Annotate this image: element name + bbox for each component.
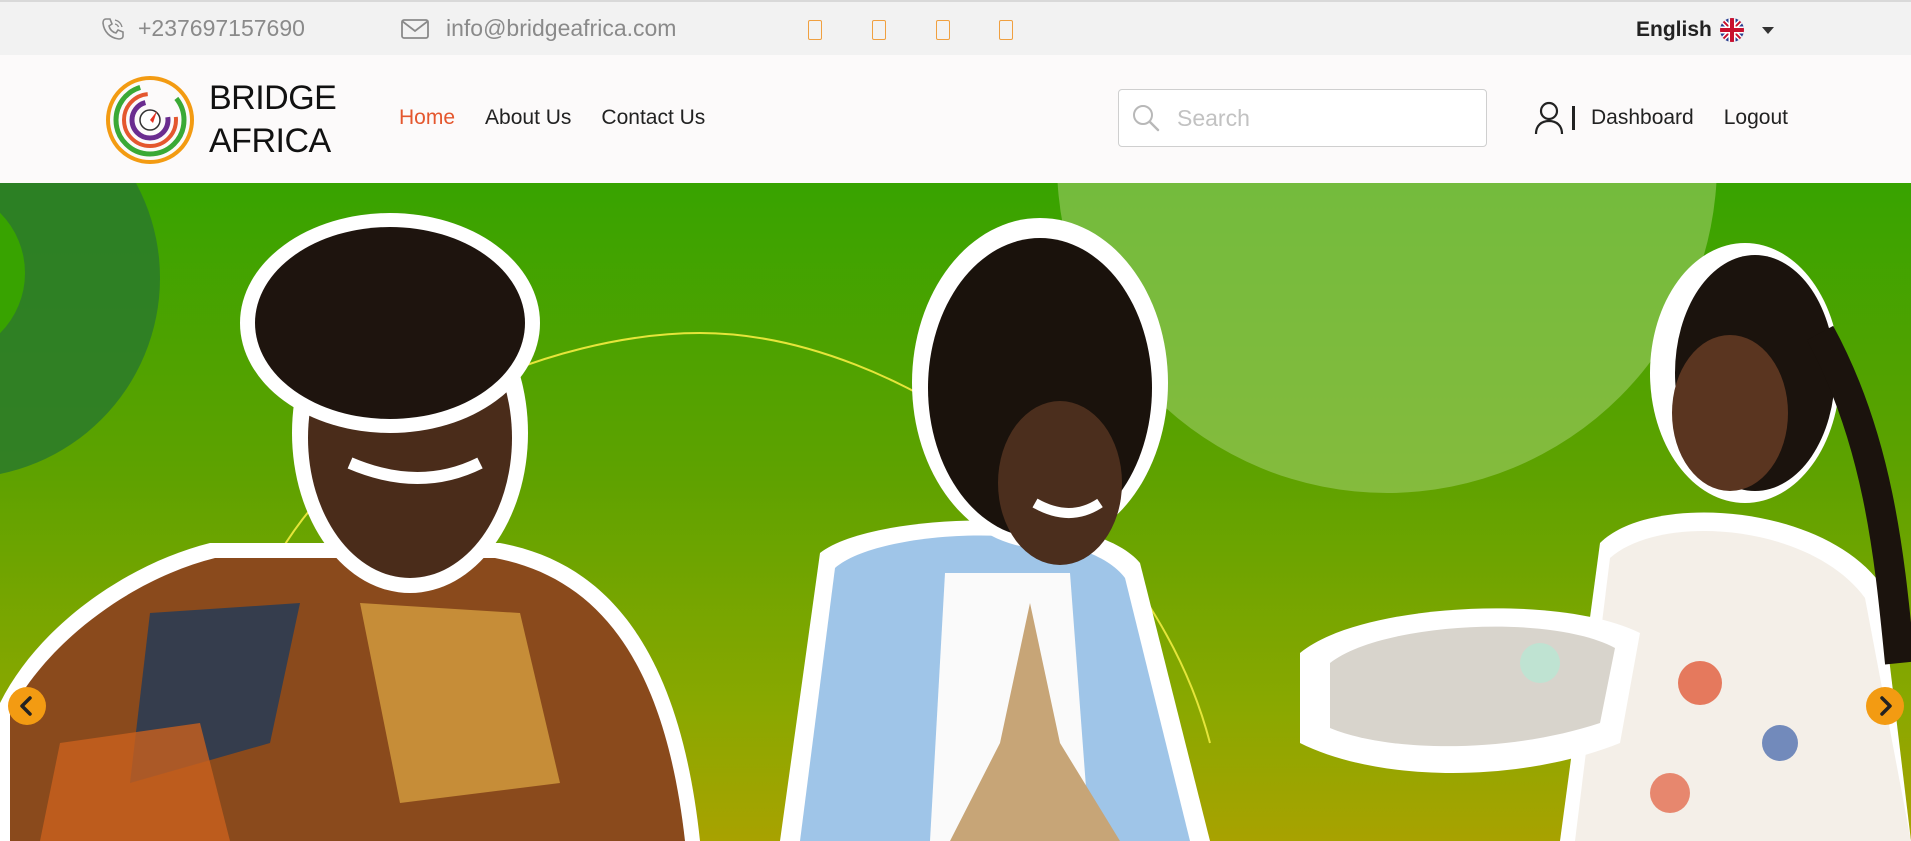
language-label: English bbox=[1636, 18, 1712, 41]
logo-line-bridge: BRIDGE bbox=[209, 79, 337, 117]
search-input[interactable] bbox=[1175, 103, 1465, 133]
user-area: Dashboard Logout bbox=[1534, 101, 1788, 135]
chevron-left-icon bbox=[20, 696, 32, 716]
hero-image bbox=[0, 183, 1911, 841]
logo-line-africa: AFRICA bbox=[209, 122, 331, 160]
divider bbox=[1572, 106, 1575, 130]
logout-link[interactable]: Logout bbox=[1724, 106, 1788, 130]
logo-text: BRIDGE AFRICA bbox=[209, 77, 337, 163]
twitter-icon[interactable] bbox=[872, 20, 886, 40]
search-box bbox=[1118, 89, 1487, 147]
bridge-africa-logo-icon bbox=[106, 76, 194, 164]
email-contact[interactable]: info@bridgeafrica.com bbox=[400, 15, 676, 42]
facebook-icon[interactable] bbox=[808, 20, 822, 40]
carousel-prev-button[interactable] bbox=[8, 687, 46, 725]
instagram-icon[interactable] bbox=[936, 20, 950, 40]
chevron-down-icon bbox=[1761, 26, 1774, 34]
linkedin-icon[interactable] bbox=[999, 20, 1013, 40]
logo[interactable]: BRIDGE AFRICA bbox=[105, 75, 337, 165]
uk-flag-icon bbox=[1719, 18, 1744, 42]
hero-carousel bbox=[0, 183, 1911, 841]
phone-number: +237697157690 bbox=[138, 15, 305, 41]
person-woman-center bbox=[780, 218, 1210, 841]
nav-about-us[interactable]: About Us bbox=[485, 106, 571, 130]
email-address: info@bridgeafrica.com bbox=[446, 15, 677, 41]
main-header: BRIDGE AFRICA Home About Us Contact Us D… bbox=[0, 55, 1911, 183]
mail-icon bbox=[401, 18, 429, 39]
main-nav: Home About Us Contact Us bbox=[399, 106, 735, 130]
nav-contact-us[interactable]: Contact Us bbox=[601, 106, 705, 130]
phone-icon bbox=[102, 17, 124, 40]
carousel-next-button[interactable] bbox=[1866, 687, 1904, 725]
dashboard-link[interactable]: Dashboard bbox=[1591, 106, 1694, 130]
phone-contact[interactable]: +237697157690 bbox=[100, 15, 305, 42]
nav-home[interactable]: Home bbox=[399, 106, 455, 130]
search-icon[interactable] bbox=[1131, 103, 1161, 133]
user-icon[interactable] bbox=[1534, 101, 1564, 135]
chevron-right-icon bbox=[1880, 696, 1892, 716]
top-contact-bar: +237697157690 info@bridgeafrica.com Engl… bbox=[0, 0, 1911, 55]
language-selector[interactable]: English bbox=[1636, 18, 1774, 42]
